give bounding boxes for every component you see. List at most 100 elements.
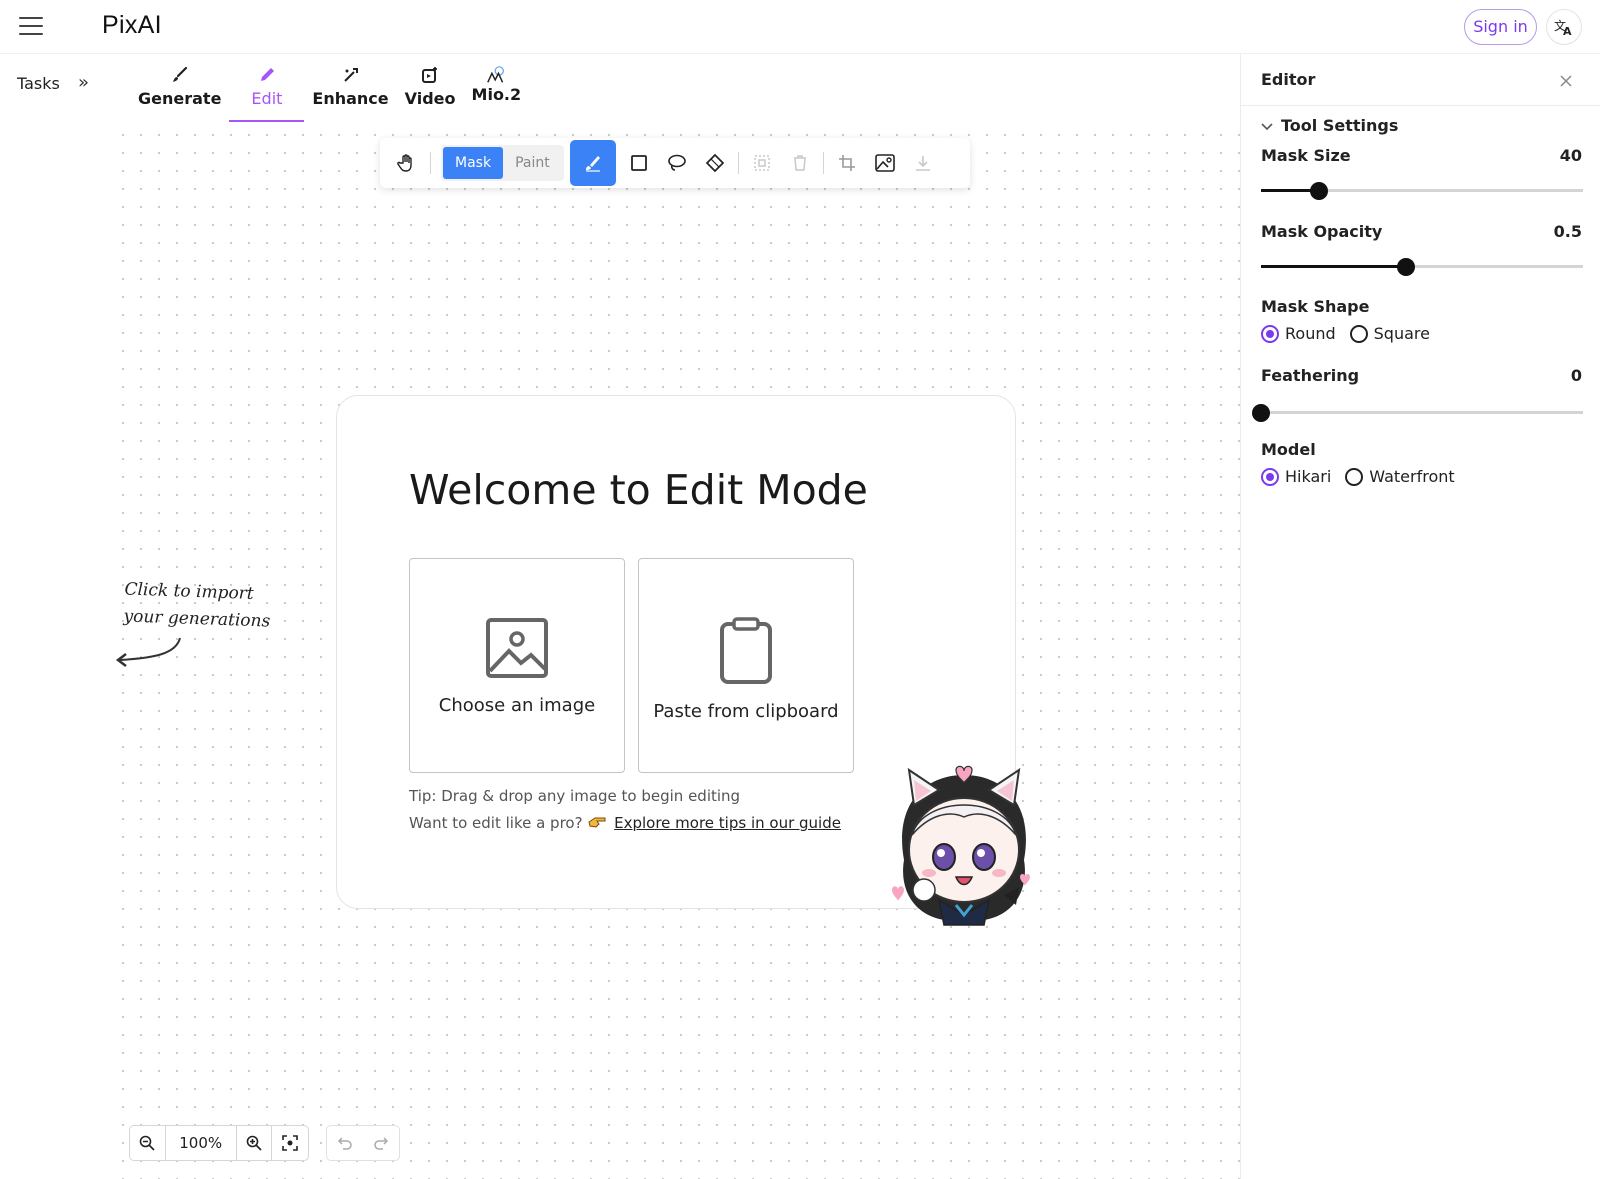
drag-drop-tip: Tip: Drag & drop any image to begin edit… <box>409 787 741 805</box>
editor-title: Editor <box>1261 70 1316 89</box>
chevron-down-icon <box>1261 116 1273 135</box>
brush-tool-button[interactable] <box>569 140 616 186</box>
tab-video[interactable]: Video <box>397 60 464 122</box>
feathering-label: Feathering <box>1261 366 1360 385</box>
image-icon <box>486 618 548 678</box>
close-icon[interactable] <box>1559 69 1573 93</box>
tool-settings-label: Tool Settings <box>1281 116 1399 135</box>
pointing-hand-icon <box>587 815 609 833</box>
tab-enhance[interactable]: Enhance <box>304 60 396 122</box>
mode-tabs: Generate Edit Enhance Video Mio.2 <box>130 60 529 122</box>
editor-panel-header: Editor <box>1241 54 1600 106</box>
app-logo[interactable]: PixAI <box>102 11 162 40</box>
sign-in-button[interactable]: Sign in <box>1464 9 1537 45</box>
model-waterfront-radio[interactable]: Waterfront <box>1345 467 1455 486</box>
select-icon[interactable] <box>743 144 781 182</box>
tab-mio-label: Mio.2 <box>471 85 522 104</box>
brush-icon <box>585 156 600 172</box>
paste-clipboard-label: Paste from clipboard <box>653 701 839 722</box>
hand-icon[interactable] <box>388 144 426 182</box>
undo-icon[interactable] <box>327 1126 363 1160</box>
mask-shape-square-radio[interactable]: Square <box>1349 324 1430 343</box>
model-label: Model <box>1261 440 1316 459</box>
rectangle-icon[interactable] <box>620 144 658 182</box>
radio-unselected-icon <box>1349 324 1368 343</box>
edit-toolbar: Mask Paint <box>380 138 970 188</box>
feathering-slider[interactable] <box>1252 404 1583 422</box>
trash-icon[interactable] <box>781 144 819 182</box>
image-icon[interactable] <box>866 144 904 182</box>
tab-edit[interactable]: Edit <box>229 60 305 122</box>
eraser-icon[interactable] <box>696 144 734 182</box>
feathering-slider-thumb[interactable] <box>1252 404 1270 422</box>
mask-size-slider[interactable] <box>1261 182 1583 200</box>
zoom-in-icon[interactable] <box>237 1126 273 1160</box>
zoom-level: 100% <box>166 1126 237 1160</box>
mask-shape-square-label: Square <box>1373 324 1430 343</box>
choose-image-button[interactable]: Choose an image <box>409 558 625 773</box>
mode-toggle: Mask Paint <box>441 145 564 181</box>
mask-mode-button[interactable]: Mask <box>443 147 504 179</box>
model-hikari-label: Hikari <box>1285 467 1332 486</box>
welcome-title: Welcome to Edit Mode <box>409 466 868 514</box>
mask-opacity-label: Mask Opacity <box>1261 222 1383 241</box>
mask-shape-label: Mask Shape <box>1261 297 1370 316</box>
tool-settings-toggle[interactable]: Tool Settings <box>1261 116 1398 135</box>
model-waterfront-label: Waterfront <box>1369 467 1455 486</box>
clipboard-icon <box>720 617 772 684</box>
tasks-expand-icon[interactable]: » <box>78 72 89 93</box>
lasso-icon[interactable] <box>658 144 696 182</box>
crop-icon[interactable] <box>828 144 866 182</box>
menu-icon[interactable] <box>19 17 43 37</box>
radio-unselected-icon <box>1345 467 1364 486</box>
model-options: Hikari Waterfront <box>1261 467 1469 486</box>
model-hikari-radio[interactable]: Hikari <box>1261 467 1331 486</box>
tab-mio[interactable]: Mio.2 <box>464 60 530 122</box>
download-icon[interactable] <box>904 144 942 182</box>
mask-opacity-slider[interactable] <box>1261 258 1583 276</box>
toolbar-divider <box>822 152 824 174</box>
svg-text:A: A <box>1563 25 1572 36</box>
mask-size-value: 40 <box>1559 146 1582 165</box>
radio-selected-icon <box>1261 324 1279 343</box>
top-bar: PixAI Sign in 文A <box>0 0 1600 54</box>
mask-shape-round-radio[interactable]: Round <box>1261 324 1336 343</box>
brush-icon <box>172 66 187 82</box>
radio-selected-icon <box>1261 467 1279 486</box>
toolbar-divider <box>737 152 739 174</box>
toolbar-divider <box>430 152 431 174</box>
mask-opacity-slider-thumb[interactable] <box>1396 258 1415 276</box>
guide-link[interactable]: Explore more tips in our guide <box>614 814 841 832</box>
tab-generate-label: Generate <box>138 89 222 108</box>
tab-generate[interactable]: Generate <box>130 60 229 122</box>
mask-size-slider-thumb[interactable] <box>1309 182 1328 200</box>
mask-size-label: Mask Size <box>1261 146 1351 165</box>
tab-video-label: Video <box>404 89 456 108</box>
feathering-value: 0 <box>1570 366 1582 385</box>
curved-arrow-icon <box>115 637 181 667</box>
paint-mode-button[interactable]: Paint <box>503 147 562 179</box>
mio-icon <box>487 66 505 83</box>
mask-opacity-slider-fill <box>1261 265 1406 268</box>
import-hint-line2: your generations <box>123 606 271 632</box>
enhance-icon <box>343 68 358 82</box>
tasks-label: Tasks <box>17 74 60 93</box>
tab-enhance-label: Enhance <box>312 89 389 108</box>
choose-image-label: Choose an image <box>438 695 596 716</box>
translate-icon[interactable]: 文A <box>1546 9 1582 45</box>
tab-edit-label: Edit <box>251 89 283 108</box>
zoom-controls: 100% <box>129 1125 309 1161</box>
pencil-icon <box>260 68 274 81</box>
history-controls <box>326 1125 400 1161</box>
mascot-illustration <box>884 765 1044 939</box>
pro-tip-prefix: Want to edit like a pro? <box>409 814 583 832</box>
paste-clipboard-button[interactable]: Paste from clipboard <box>638 558 854 773</box>
redo-icon[interactable] <box>363 1126 399 1160</box>
mask-shape-options: Round Square <box>1261 324 1444 343</box>
mask-opacity-value: 0.5 <box>1553 222 1582 241</box>
editor-panel: Editor Tool Settings Mask Size 40 Mask O… <box>1240 54 1600 1179</box>
zoom-out-icon[interactable] <box>130 1126 166 1160</box>
fit-screen-icon[interactable] <box>272 1126 308 1160</box>
video-icon <box>422 67 438 83</box>
mask-shape-round-label: Round <box>1285 324 1336 343</box>
